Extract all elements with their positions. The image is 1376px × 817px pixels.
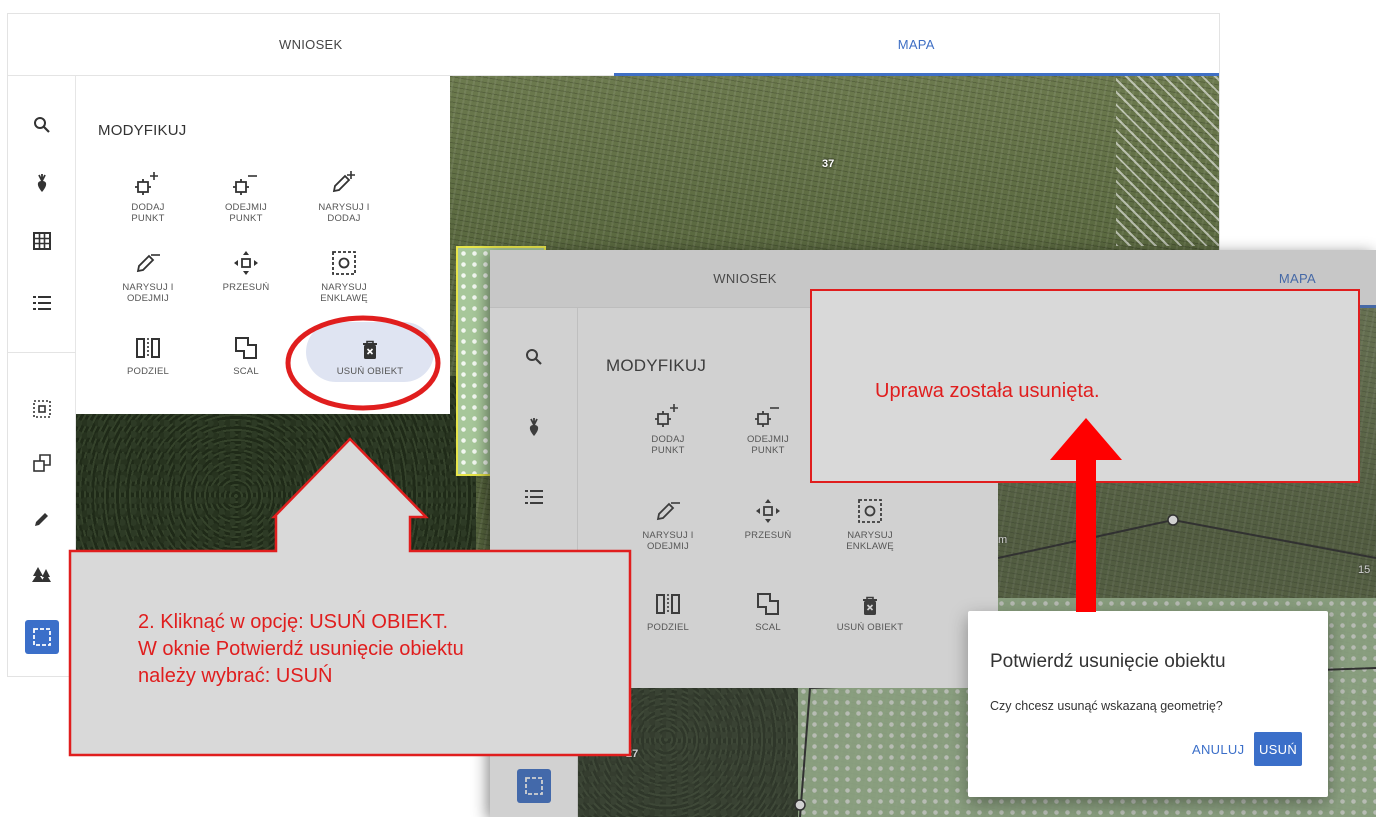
sidebar-item-search[interactable]	[490, 342, 577, 372]
map-field-label: 37	[822, 158, 835, 170]
remove-point-icon	[755, 407, 779, 427]
tool-label: NARYSUJ ENKLAWĘ	[320, 282, 368, 304]
tool-label: DODAJ PUNKT	[131, 202, 165, 224]
beet-icon	[529, 418, 538, 436]
merge-icon	[235, 337, 257, 359]
search-icon	[33, 117, 50, 133]
search-icon	[525, 349, 542, 365]
enclave-icon	[332, 251, 356, 275]
tool-enclave[interactable]: NARYSUJ ENKLAWĘ	[830, 496, 910, 552]
tool-label: SCAL	[755, 622, 781, 633]
draw-subtract-icon	[136, 254, 160, 273]
tool-label: ODEJMIJ PUNKT	[224, 202, 268, 224]
list-icon	[32, 296, 51, 310]
modify-tool-active	[24, 620, 59, 654]
instruction-line: W oknie Potwierdź usunięcie obiektu	[138, 638, 464, 660]
sidebar-item-select[interactable]	[8, 394, 75, 424]
tool-draw-add[interactable]: NARYSUJ I DODAJ	[304, 168, 384, 224]
remove-point-icon	[233, 175, 257, 195]
tab-wniosek[interactable]: WNIOSEK	[8, 14, 614, 75]
panel-title: MODYFIKUJ	[98, 122, 187, 139]
tool-label: DODAJ PUNKT	[651, 434, 685, 456]
sidebar-item-search[interactable]	[8, 110, 75, 140]
tool-label: USUŃ OBIEKT	[836, 622, 904, 633]
instruction-callout	[68, 437, 632, 757]
tool-move[interactable]: PRZESUŃ	[206, 248, 286, 293]
draw-subtract-icon	[656, 502, 680, 521]
map-edge-label: m	[998, 534, 1008, 546]
move-icon	[756, 499, 780, 523]
tool-split[interactable]: PODZIEL	[108, 332, 188, 377]
sidebar-item-crops[interactable]	[8, 168, 75, 198]
merge-icon	[757, 593, 779, 615]
instruction-text: 2. Kliknąć w opcję: USUŃ OBIEKT. W oknie…	[138, 609, 628, 690]
sidebar-divider	[8, 352, 76, 353]
modify-tool-icon	[524, 777, 543, 795]
dialog-message: Czy chcesz usunąć wskazaną geometrię?	[990, 699, 1223, 713]
sidebar-item-modify[interactable]	[490, 766, 577, 806]
pencil-icon	[34, 513, 48, 526]
tab-bar: WNIOSEK MAPA	[8, 14, 1219, 76]
instruction-line: należy wybrać: USUŃ	[138, 665, 333, 687]
enclave-icon	[858, 499, 882, 523]
cancel-button[interactable]: ANULUJ	[1184, 732, 1252, 766]
tool-label: NARYSUJ ENKLAWĘ	[846, 530, 894, 552]
tool-enclave[interactable]: NARYSUJ ENKLAWĘ	[304, 248, 384, 304]
split-icon	[656, 594, 680, 614]
map-hatched-area	[1116, 76, 1219, 246]
tool-remove-point[interactable]: ODEJMIJ PUNKT	[728, 400, 808, 456]
sidebar-item-table[interactable]	[8, 226, 75, 256]
delete-object-icon	[863, 596, 877, 615]
sidebar-item-draw[interactable]	[8, 504, 75, 534]
add-point-icon	[135, 172, 158, 195]
tool-label: NARYSUJ I ODEJMIJ	[122, 282, 174, 304]
split-icon	[136, 338, 160, 358]
sidebar-item-copy[interactable]	[8, 448, 75, 478]
map-edge-label: 15	[1358, 564, 1371, 576]
add-point-icon	[655, 404, 678, 427]
confirm-dialog: Potwierdź usunięcie obiektu Czy chcesz u…	[968, 611, 1328, 797]
red-arrow	[1050, 418, 1122, 612]
beet-icon	[37, 174, 46, 192]
sidebar-item-trees[interactable]	[8, 560, 75, 590]
tool-label: PODZIEL	[126, 366, 170, 377]
grid-icon	[32, 232, 51, 250]
modify-tool-icon	[32, 628, 51, 646]
tool-merge[interactable]: SCAL	[728, 588, 808, 633]
tool-label: PODZIEL	[646, 622, 690, 633]
modify-tool-active	[516, 769, 551, 803]
sidebar-item-list[interactable]	[8, 288, 75, 318]
tool-add-point[interactable]: DODAJ PUNKT	[628, 400, 708, 456]
tab-mapa[interactable]: MAPA	[613, 14, 1220, 76]
tool-remove-point[interactable]: ODEJMIJ PUNKT	[206, 168, 286, 224]
result-text: Uprawa została usunięta.	[875, 380, 1100, 402]
tool-label: NARYSUJ I DODAJ	[318, 202, 370, 224]
instruction-line: 2. Kliknąć w opcję: USUŃ OBIEKT.	[138, 611, 449, 633]
dialog-title: Potwierdź usunięcie obiektu	[990, 651, 1226, 672]
tool-label: PRZESUŃ	[222, 282, 270, 293]
sidebar-item-modify[interactable]	[8, 619, 75, 655]
tool-move[interactable]: PRZESUŃ	[728, 496, 808, 541]
panel-title: MODYFIKUJ	[606, 356, 707, 375]
trees-icon	[31, 567, 51, 582]
tool-split[interactable]: PODZIEL	[628, 588, 708, 633]
confirm-delete-button[interactable]: USUŃ	[1254, 732, 1302, 766]
tool-label: SCAL	[233, 366, 259, 377]
tool-label: NARYSUJ I ODEJMIJ	[642, 530, 694, 552]
copy-shapes-icon	[32, 454, 51, 472]
tool-label: ODEJMIJ PUNKT	[746, 434, 790, 456]
tool-draw-subtract[interactable]: NARYSUJ I ODEJMIJ	[108, 248, 188, 304]
tool-delete-object[interactable]: USUŃ OBIEKT	[830, 588, 910, 633]
tool-merge[interactable]: SCAL	[206, 332, 286, 377]
sidebar	[8, 76, 76, 676]
highlight-ellipse	[285, 315, 441, 411]
tool-label: PRZESUŃ	[744, 530, 792, 541]
tool-draw-subtract[interactable]: NARYSUJ I ODEJMIJ	[628, 496, 708, 552]
draw-add-icon	[332, 171, 355, 193]
tool-add-point[interactable]: DODAJ PUNKT	[108, 168, 188, 224]
select-area-icon	[32, 400, 51, 418]
move-icon	[234, 251, 258, 275]
